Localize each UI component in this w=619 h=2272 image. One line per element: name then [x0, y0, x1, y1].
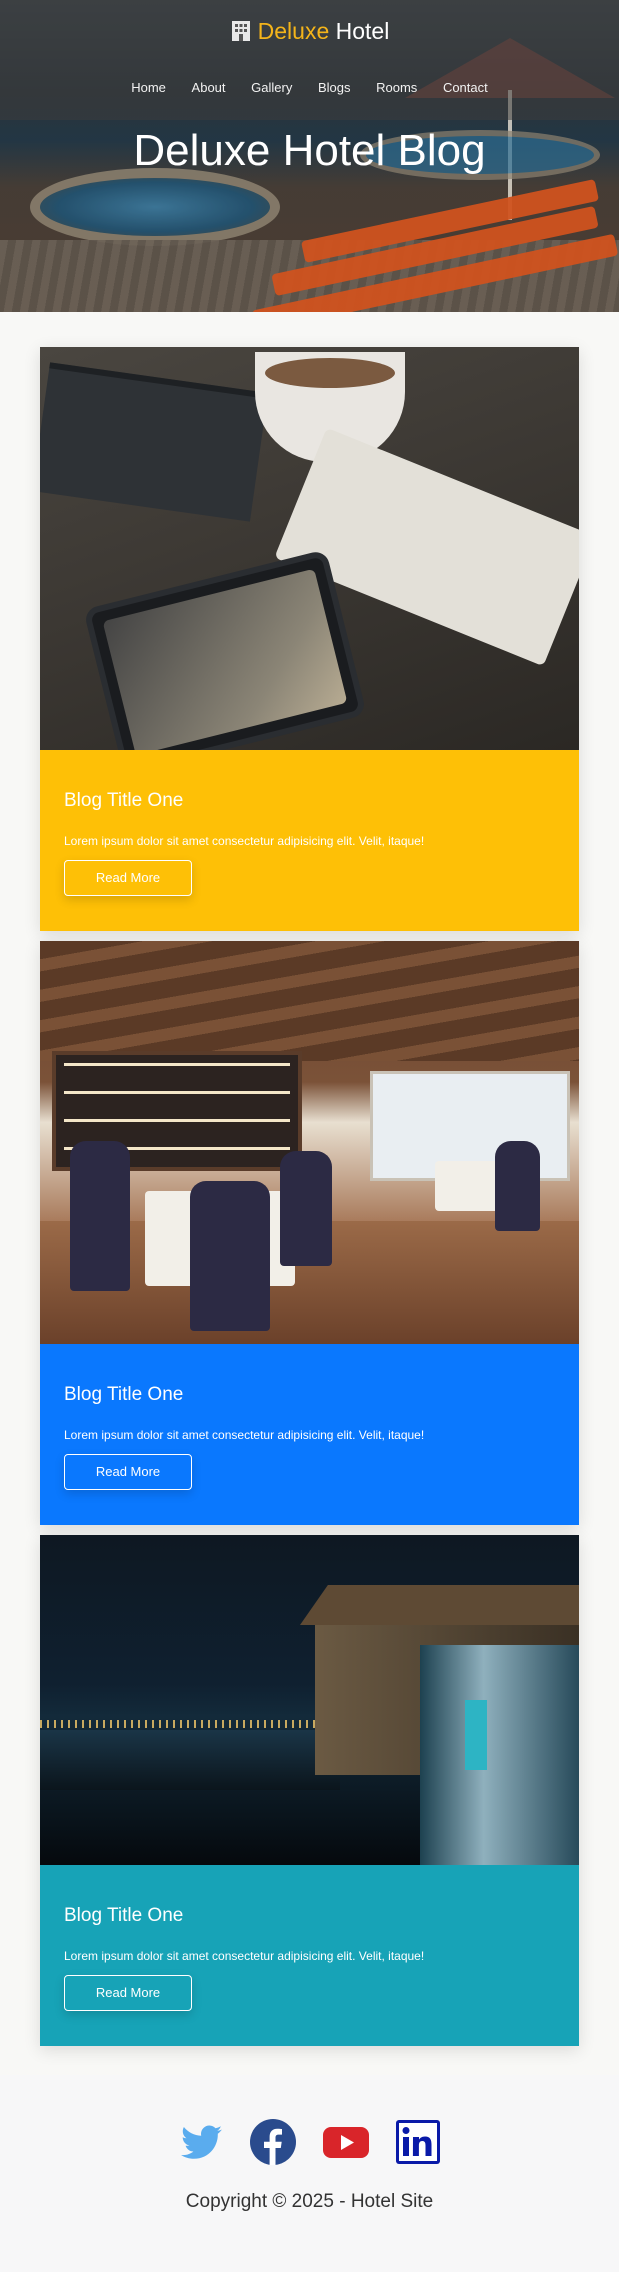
- brand-logo[interactable]: Deluxe Hotel: [0, 18, 619, 45]
- blog-image-night-terrace: [40, 1535, 579, 1865]
- nav-home[interactable]: Home: [131, 80, 166, 95]
- blog-image-restaurant: [40, 941, 579, 1344]
- page-title: Deluxe Hotel Blog: [133, 126, 486, 175]
- copyright-text: Copyright © 2025 - Hotel Site: [185, 2191, 434, 2212]
- blog-image-desk: [40, 347, 579, 750]
- blog-card-body: Blog Title One Lorem ipsum dolor sit ame…: [40, 750, 579, 931]
- nav-contact[interactable]: Contact: [443, 80, 488, 95]
- read-more-button[interactable]: Read More: [64, 860, 192, 896]
- blog-card-body: Blog Title One Lorem ipsum dolor sit ame…: [40, 1344, 579, 1525]
- hotel-building-icon: [231, 21, 250, 41]
- twitter-icon[interactable]: [177, 2118, 225, 2166]
- water-graphic: [40, 1730, 340, 1790]
- hero-banner: Deluxe Hotel Home About Gallery Blogs Ro…: [0, 0, 619, 312]
- blog-card-body: Blog Title One Lorem ipsum dolor sit ame…: [40, 1865, 579, 2046]
- read-more-button[interactable]: Read More: [64, 1454, 192, 1490]
- chair-graphic: [70, 1141, 130, 1291]
- tablet-graphic: [83, 549, 367, 750]
- blog-title: Blog Title One: [64, 790, 184, 811]
- main-nav: Home About Gallery Blogs Rooms Contact: [0, 80, 619, 95]
- chair-graphic: [190, 1181, 270, 1331]
- door-graphic: [465, 1700, 487, 1770]
- blog-card: Blog Title One Lorem ipsum dolor sit ame…: [40, 941, 579, 1525]
- nav-gallery[interactable]: Gallery: [251, 80, 292, 95]
- blog-title: Blog Title One: [64, 1905, 184, 1926]
- blog-excerpt: Lorem ipsum dolor sit amet consectetur a…: [64, 834, 425, 848]
- nav-blogs[interactable]: Blogs: [318, 80, 351, 95]
- chair-graphic: [495, 1141, 540, 1231]
- top-navbar: Deluxe Hotel Home About Gallery Blogs Ro…: [0, 0, 619, 120]
- wall-graphic: [420, 1645, 579, 1865]
- linkedin-icon[interactable]: [394, 2118, 442, 2166]
- blog-title: Blog Title One: [64, 1384, 184, 1405]
- blog-excerpt: Lorem ipsum dolor sit amet consectetur a…: [64, 1428, 425, 1442]
- blog-list: Blog Title One Lorem ipsum dolor sit ame…: [40, 347, 579, 2056]
- site-footer: Copyright © 2025 - Hotel Site: [0, 2075, 619, 2272]
- blog-card: Blog Title One Lorem ipsum dolor sit ame…: [40, 1535, 579, 2046]
- blog-excerpt: Lorem ipsum dolor sit amet consectetur a…: [64, 1949, 425, 1963]
- nav-rooms[interactable]: Rooms: [376, 80, 417, 95]
- brand-name-first: Deluxe: [257, 18, 330, 44]
- read-more-button[interactable]: Read More: [64, 1975, 192, 2011]
- nav-about[interactable]: About: [192, 80, 226, 95]
- blog-card: Blog Title One Lorem ipsum dolor sit ame…: [40, 347, 579, 931]
- notebook-graphic: [40, 362, 268, 522]
- brand-name-second: Hotel: [335, 18, 390, 44]
- chair-graphic: [280, 1151, 332, 1266]
- facebook-icon[interactable]: [249, 2118, 297, 2166]
- youtube-icon[interactable]: [322, 2118, 370, 2166]
- pool-graphic: [30, 168, 280, 246]
- social-links: [0, 2118, 619, 2166]
- ceiling-graphic: [40, 941, 579, 1061]
- roof-graphic: [300, 1585, 579, 1625]
- city-lights-graphic: [40, 1720, 330, 1728]
